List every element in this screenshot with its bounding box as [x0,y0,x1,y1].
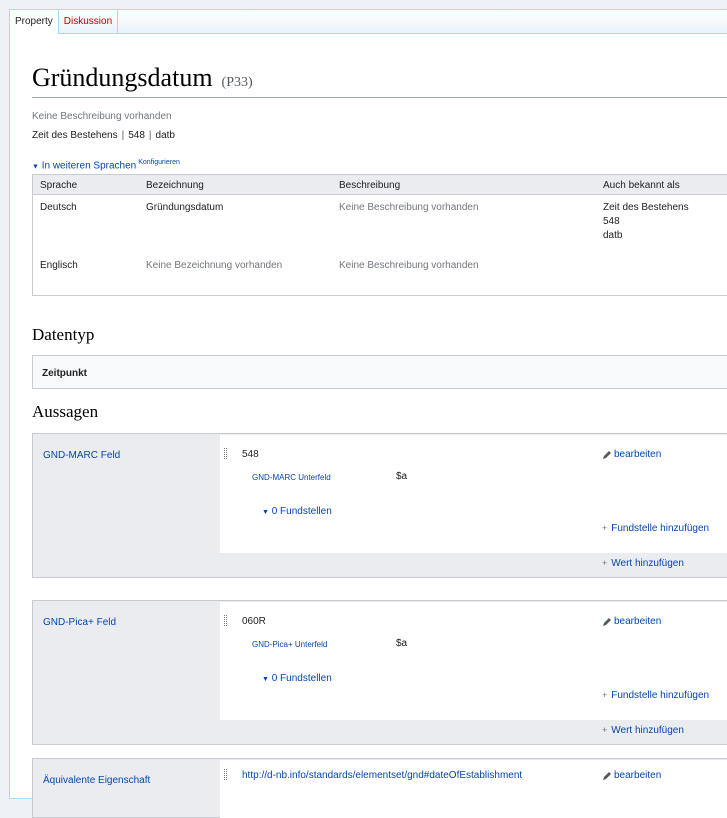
drag-handle-icon[interactable] [224,448,227,459]
edit-label: bearbeiten [614,770,662,781]
triangle-down-icon: ▼ [262,676,269,683]
page-title: Gründungsdatum [32,63,213,92]
tab-property[interactable]: Property [10,10,59,34]
table-row: Deutsch Gründungsdatum Keine Beschreibun… [33,195,727,255]
tab-discussion[interactable]: Diskussion [59,10,119,34]
triangle-down-icon: ▼ [32,163,39,171]
edit-button[interactable]: bearbeiten [602,616,661,627]
column-header: Beschreibung [339,180,401,191]
aliases-cell: Zeit des Bestehens 548 datb [596,197,727,255]
statement-value: 060R [242,616,266,627]
add-value-label: Wert hinzufügen [611,558,684,569]
add-reference-button[interactable]: + Fundstelle hinzufügen [602,690,709,701]
statement-footer: + Wert hinzufügen [220,553,727,573]
statement-footer: + Wert hinzufügen [220,720,727,740]
tab-bar: Property Diskussion [10,10,727,34]
languages-toggle[interactable]: ▼ In weiteren Sprachen Konfigurieren [32,159,180,171]
configure-link[interactable]: Konfigurieren [138,159,180,166]
pencil-icon [603,450,611,459]
references-label: 0 Fundstellen [271,506,332,517]
statement-main: http://d-nb.info/standards/elementset/gn… [220,760,727,818]
description-cell: Keine Beschreibung vorhanden [339,260,479,271]
pencil-icon [603,617,611,626]
edit-label: bearbeiten [614,616,662,627]
table-row: Englisch Keine Bezeichnung vorhanden Kei… [33,255,727,285]
plus-icon: + [602,725,608,735]
statement-main: 548 bearbeiten GND-MARC Unterfeld $a ▼ 0… [220,435,727,553]
qualifier-value: $a [396,638,408,649]
column-header: Auch bekannt als [603,180,680,191]
statement-group: Äquivalente Eigenschaft http://d-nb.info… [32,758,727,818]
statement-property-link[interactable]: GND-Pica+ Feld [43,617,116,628]
datatype-value: Zeitpunkt [32,355,727,389]
statements-heading: Aussagen [32,402,99,421]
alias-list: Zeit des Bestehens | 548 | datb [32,130,175,141]
label-cell: Keine Bezeichnung vorhanden [146,260,283,271]
languages-table-header: Sprache Bezeichnung Beschreibung Auch be… [33,175,727,195]
drag-handle-icon[interactable] [224,769,227,780]
languages-toggle-label: In weiteren Sprachen [41,160,137,172]
aliases-cell [596,255,727,285]
edit-button[interactable]: bearbeiten [602,449,661,460]
language-cell: Englisch [40,260,78,271]
page-frame: Property Diskussion Gründungsdatum (P33)… [9,9,727,818]
add-value-button[interactable]: + Wert hinzufügen [602,725,684,736]
triangle-down-icon: ▼ [262,509,269,516]
references-toggle[interactable]: ▼ 0 Fundstellen [262,673,332,684]
edit-button[interactable]: bearbeiten [602,770,661,781]
alias: Zeit des Bestehens [603,202,689,213]
description-cell: Keine Beschreibung vorhanden [339,202,479,213]
statement-property-link[interactable]: GND-MARC Feld [43,450,120,461]
page-title-row: Gründungsdatum (P33) [32,63,253,93]
statement-main: 060R bearbeiten GND-Pica+ Unterfeld $a ▼… [220,602,727,720]
statement-group: GND-Pica+ Feld 060R bearbeiten GND-Pica+… [32,600,727,745]
add-reference-button[interactable]: + Fundstelle hinzufügen [602,523,709,534]
references-label: 0 Fundstellen [271,673,332,684]
add-value-button[interactable]: + Wert hinzufügen [602,558,684,569]
statement-group: GND-MARC Feld 548 bearbeiten GND-MARC Un… [32,433,727,578]
alias: 548 [128,130,145,141]
label-cell: Gründungsdatum [146,202,224,213]
alias: datb [603,230,623,241]
title-divider [32,97,727,98]
references-toggle[interactable]: ▼ 0 Fundstellen [262,506,332,517]
property-id: (P33) [221,75,253,90]
column-header: Bezeichnung [146,180,204,191]
plus-icon: + [602,558,608,568]
datatype-heading: Datentyp [32,325,95,344]
pencil-icon [603,771,611,780]
plus-icon: + [602,690,608,700]
drag-handle-icon[interactable] [224,615,227,626]
alias: datb [155,130,175,141]
qualifier-value: $a [396,471,408,482]
alias: Zeit des Bestehens [32,130,118,141]
languages-table: Sprache Bezeichnung Beschreibung Auch be… [32,174,727,296]
language-cell: Deutsch [40,202,77,213]
alias: 548 [603,216,620,227]
description: Keine Beschreibung vorhanden [32,111,172,122]
add-reference-label: Fundstelle hinzufügen [611,523,710,534]
qualifier-property-link[interactable]: GND-Pica+ Unterfeld [252,640,327,649]
add-reference-label: Fundstelle hinzufügen [611,690,710,701]
column-header: Sprache [40,180,78,191]
plus-icon: + [602,523,608,533]
edit-label: bearbeiten [614,449,662,460]
statement-value: 548 [242,449,259,460]
qualifier-property-link[interactable]: GND-MARC Unterfeld [252,473,331,482]
statement-property-link[interactable]: Äquivalente Eigenschaft [43,775,150,786]
statement-value-link[interactable]: http://d-nb.info/standards/elementset/gn… [242,770,522,781]
add-value-label: Wert hinzufügen [611,725,684,736]
